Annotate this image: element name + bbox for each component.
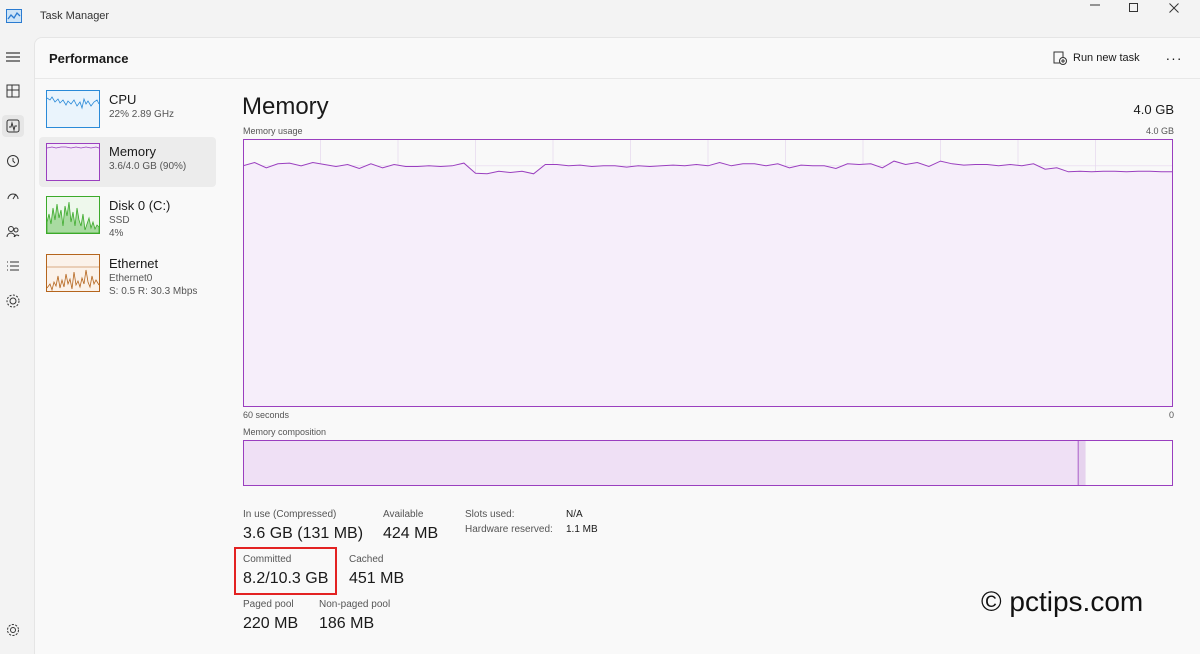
cpu-thumbnail-graph bbox=[46, 90, 100, 128]
resource-cpu[interactable]: CPU 22% 2.89 GHz bbox=[39, 84, 216, 134]
memory-usage-chart bbox=[243, 139, 1173, 407]
hardware-reserved-value: 1.1 MB bbox=[566, 524, 598, 535]
resource-ethernet[interactable]: Ethernet Ethernet0 S: 0.5 R: 30.3 Mbps bbox=[39, 248, 216, 298]
navigation-rail bbox=[0, 34, 26, 653]
hamburger-menu-button[interactable] bbox=[2, 46, 24, 68]
paged-pool-value: 220 MB bbox=[243, 615, 299, 632]
memory-composition-label: Memory composition bbox=[243, 427, 327, 437]
window-title: Task Manager bbox=[40, 10, 110, 22]
settings-gear-icon bbox=[7, 624, 19, 636]
slots-used-value: N/A bbox=[566, 509, 583, 520]
run-task-icon bbox=[1053, 51, 1067, 65]
memory-usage-text: 3.6/4.0 GB (90%) bbox=[109, 161, 187, 172]
paged-pool-label: Paged pool bbox=[243, 599, 294, 610]
ethernet-adapter-text: Ethernet0 bbox=[109, 273, 153, 284]
resource-disk[interactable]: Disk 0 (C:) SSD 4% bbox=[39, 190, 216, 240]
more-options-button[interactable]: ··· bbox=[1163, 50, 1185, 66]
in-use-label: In use (Compressed) bbox=[243, 509, 337, 520]
non-paged-pool-value: 186 MB bbox=[319, 615, 375, 632]
main-panel: Performance Run new task ··· CPU 22% 2.8… bbox=[34, 37, 1200, 654]
processes-icon bbox=[6, 84, 20, 98]
committed-highlight-box bbox=[234, 547, 337, 595]
title-bar: Task Manager bbox=[0, 0, 1200, 34]
disk-type-text: SSD bbox=[109, 215, 130, 226]
nav-app-history[interactable] bbox=[2, 150, 24, 172]
memory-label: Memory bbox=[109, 144, 156, 159]
nav-startup-apps[interactable] bbox=[2, 185, 24, 207]
nav-processes[interactable] bbox=[2, 80, 24, 102]
minimize-icon bbox=[1090, 4, 1100, 6]
app-history-icon bbox=[7, 155, 19, 167]
disk-usage-text: 4% bbox=[109, 228, 124, 239]
time-axis-right: 0 bbox=[1168, 410, 1174, 420]
nav-settings[interactable] bbox=[2, 619, 24, 641]
ethernet-label: Ethernet bbox=[109, 256, 159, 271]
cached-value: 451 MB bbox=[349, 570, 405, 587]
cached-label: Cached bbox=[349, 554, 384, 565]
task-manager-app-icon bbox=[6, 9, 22, 23]
available-label: Available bbox=[383, 509, 424, 520]
cpu-usage-text: 22% 2.89 GHz bbox=[109, 109, 175, 120]
hamburger-icon bbox=[6, 52, 20, 62]
users-icon bbox=[6, 226, 20, 238]
non-paged-pool-label: Non-paged pool bbox=[319, 599, 391, 610]
minimize-button[interactable] bbox=[1075, 0, 1115, 16]
page-title: Performance bbox=[49, 51, 129, 66]
disk-label: Disk 0 (C:) bbox=[109, 198, 171, 213]
services-icon bbox=[6, 294, 20, 308]
maximize-icon bbox=[1129, 3, 1138, 12]
resource-memory[interactable]: Memory 3.6/4.0 GB (90%) bbox=[39, 137, 216, 187]
cpu-label: CPU bbox=[109, 92, 137, 107]
nav-users[interactable] bbox=[2, 220, 24, 242]
close-button[interactable] bbox=[1154, 0, 1194, 16]
memory-usage-max: 4.0 GB bbox=[1145, 126, 1174, 136]
memory-total: 4.0 GB bbox=[1133, 102, 1174, 117]
more-options-icon: ··· bbox=[1165, 50, 1183, 66]
run-new-task-button[interactable]: Run new task bbox=[1053, 51, 1140, 65]
composition-in-use-segment bbox=[243, 440, 1079, 486]
hardware-reserved-label: Hardware reserved: bbox=[465, 524, 553, 535]
memory-usage-label: Memory usage bbox=[243, 126, 303, 136]
nav-services[interactable] bbox=[2, 290, 24, 312]
nav-details[interactable] bbox=[2, 255, 24, 277]
startup-apps-icon bbox=[7, 193, 19, 200]
watermark: © pctips.com bbox=[981, 586, 1144, 617]
available-value: 424 MB bbox=[383, 525, 439, 542]
ethernet-thumbnail-graph bbox=[46, 254, 100, 292]
details-icon bbox=[7, 261, 19, 271]
time-axis-left: 60 seconds bbox=[243, 410, 290, 420]
maximize-button[interactable] bbox=[1114, 0, 1154, 16]
run-new-task-label: Run new task bbox=[1073, 52, 1140, 64]
in-use-value: 3.6 GB (131 MB) bbox=[243, 525, 364, 542]
panel-header: Performance Run new task ··· bbox=[35, 38, 1200, 79]
nav-performance[interactable] bbox=[2, 115, 24, 137]
ethernet-throughput-text: S: 0.5 R: 30.3 Mbps bbox=[109, 286, 198, 297]
disk-thumbnail-graph bbox=[46, 196, 100, 234]
memory-composition-bar bbox=[243, 440, 1173, 486]
memory-usage-area bbox=[243, 161, 1173, 407]
memory-heading: Memory bbox=[242, 93, 329, 120]
slots-used-label: Slots used: bbox=[465, 509, 515, 520]
memory-thumbnail-graph bbox=[46, 143, 100, 181]
performance-icon bbox=[6, 119, 20, 133]
close-icon bbox=[1169, 3, 1179, 13]
composition-modified-segment bbox=[1078, 440, 1086, 486]
